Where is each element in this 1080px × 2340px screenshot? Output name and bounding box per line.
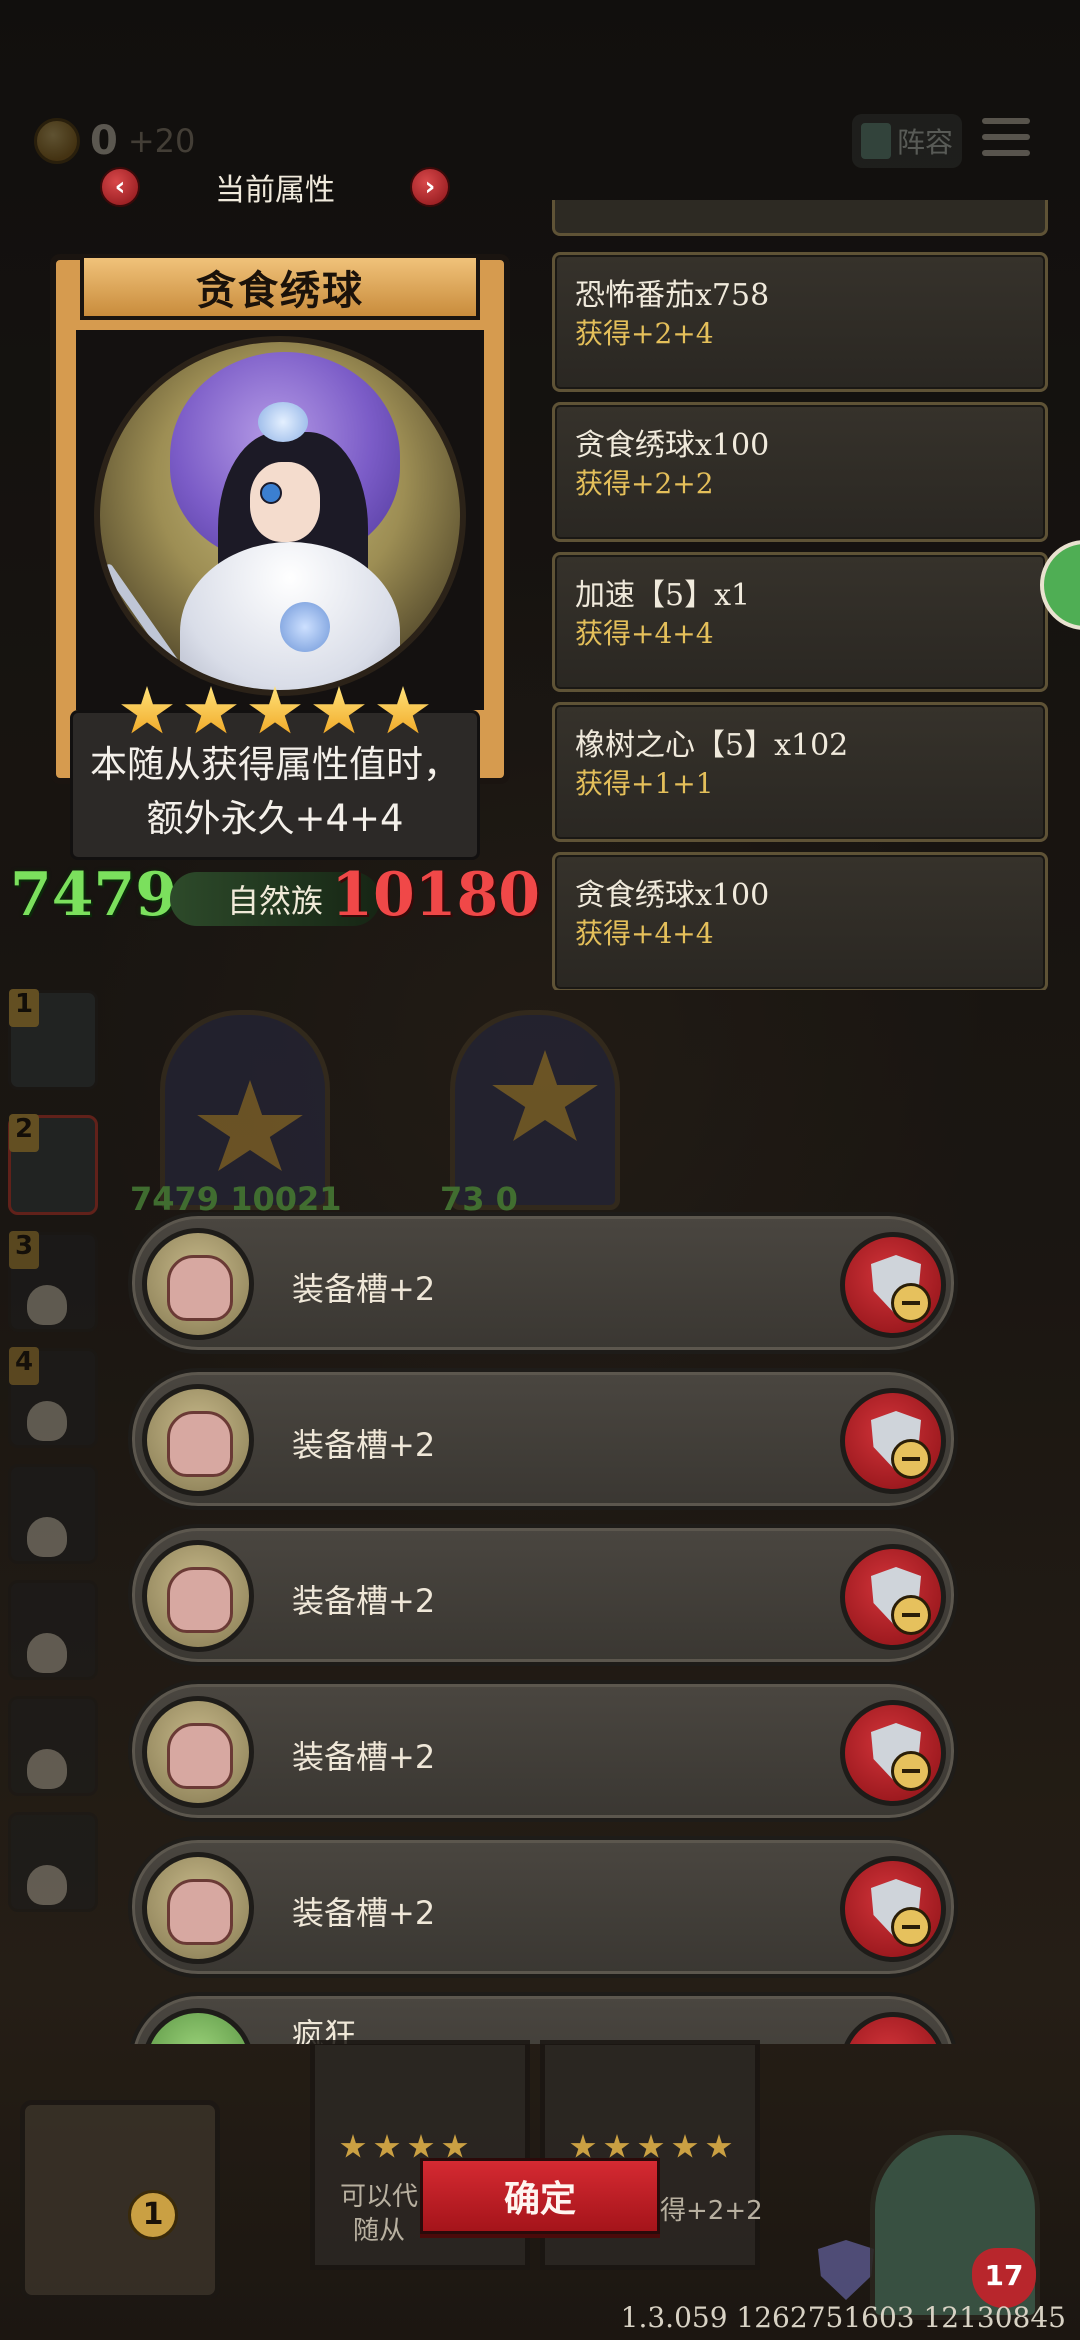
attribute-entry: 贪食绣球x100 获得+4+4 [552,852,1048,990]
remove-equipment-button[interactable] [840,1232,946,1338]
attribute-header: ‹ 当前属性 › [100,162,450,212]
chest-count: 1 [128,2190,178,2240]
equipment-label: 装备槽+2 [292,1582,436,1620]
health-value: 10180 [331,860,540,930]
bag-icon [142,1696,254,1808]
confirm-button[interactable]: 确定 [420,2158,660,2234]
attribute-title: 当前属性 [215,173,335,208]
star-icon [249,686,301,734]
shield-icon [818,2240,874,2300]
version-text: 1.3.059 1262751603 12130845 [620,2301,1066,2334]
bag-icon [142,1540,254,1652]
star-icon [121,686,173,734]
equipment-row: 装备槽+2 [128,1212,958,1354]
star-rating [570,2134,732,2160]
equipment-label: 装备槽+2 [292,1270,436,1308]
next-arrow-button[interactable]: › [410,167,450,207]
shop-card-text: 得+2+2 [660,2196,763,2226]
shop-card-text: 可以代 随从 [340,2182,419,2246]
star-icon [185,686,237,734]
minus-icon [891,1283,931,1323]
attribute-entry: 恐怖番茄x758 获得+2+4 [552,252,1048,392]
remove-equipment-button[interactable] [840,1388,946,1494]
bag-icon [142,1228,254,1340]
minus-icon [891,1907,931,1947]
prev-arrow-button[interactable]: ‹ [100,167,140,207]
hero-stats: 7479 自然族 10180 [10,860,540,936]
star-icon [377,686,429,734]
minus-icon [891,1439,931,1479]
hero-name: 贪食绣球 [196,268,364,314]
equipment-row: 装备槽+2 [128,1368,958,1510]
remove-equipment-button[interactable] [840,1544,946,1650]
goblin-icon [142,2008,254,2044]
attribute-entry: 贪食绣球x100 获得+2+2 [552,402,1048,542]
equipment-label: 装备槽+2 [292,1894,436,1932]
attack-value: 7479 [10,860,177,930]
equipment-label: 疯狂 [292,2016,357,2044]
attribute-entry: 橡树之心【5】x102 获得+1+1 [552,702,1048,842]
star-rating [120,686,430,738]
remove-equipment-button[interactable] [840,1856,946,1962]
hero-card: 贪食绣球 本随从获得属性值时，额外永久+4+4 7479 自然族 10180 [10,240,540,960]
chest-icon[interactable] [20,2100,220,2300]
star-rating [340,2134,468,2160]
minus-icon [891,1751,931,1791]
equipment-row: 装备槽+2 [128,1836,958,1978]
equipment-row: 疯狂 [128,1992,958,2044]
attribute-source-list[interactable]: 恐怖番茄x758 获得+2+4 贪食绣球x100 获得+2+2 加速【5】x1 … [550,200,1052,990]
equipment-row: 装备槽+2 [128,1524,958,1666]
minus-icon [891,1595,931,1635]
hero-portrait [94,336,466,696]
equipment-label: 装备槽+2 [292,1738,436,1776]
card-name-plate: 贪食绣球 [80,254,480,320]
attribute-entry: 加速【5】x1 获得+4+4 [552,552,1048,692]
equipment-list[interactable]: 装备槽+2 装备槽+2 装备槽+2 装备槽+2 装备槽+2 疯狂 [128,1212,958,2044]
bag-icon [142,1384,254,1496]
equipment-label: 装备槽+2 [292,1426,436,1464]
star-icon [313,686,365,734]
bottom-bar: 1 可以代 随从 得+2+2 确定 17 1.3.059 1262751603 … [0,2040,1080,2340]
bag-icon [142,1852,254,1964]
remove-equipment-button[interactable] [840,1700,946,1806]
equipment-row: 装备槽+2 [128,1680,958,1822]
